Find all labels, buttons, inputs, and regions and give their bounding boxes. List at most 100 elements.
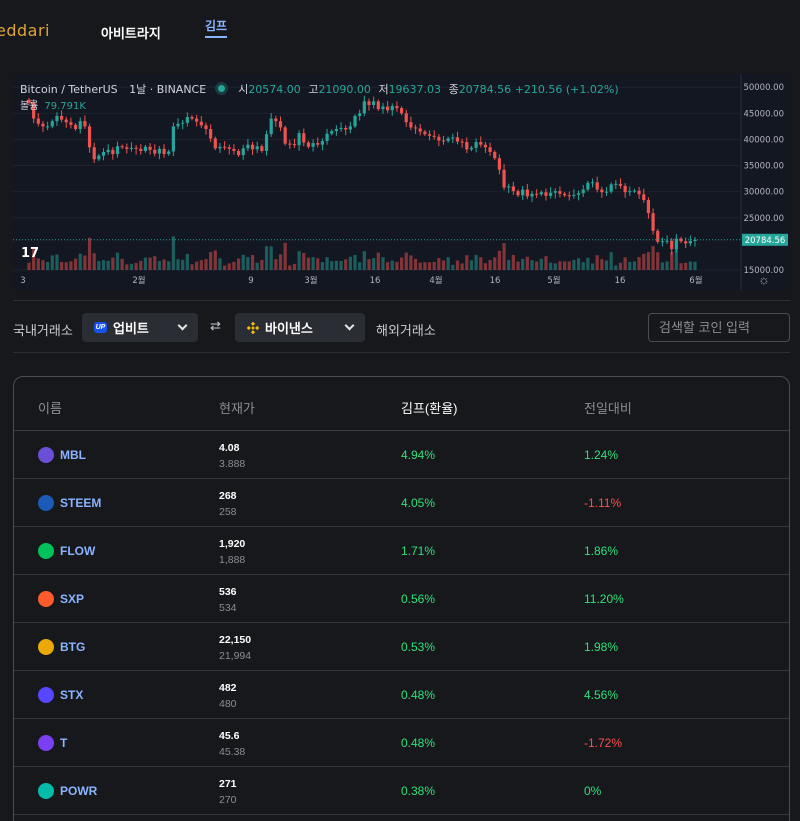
table-header: 이름 현재가 김프(환율) 전일대비 xyxy=(14,377,789,431)
x-tick-label: 9 xyxy=(248,276,253,286)
tradingview-logo-icon[interactable]: 17 xyxy=(21,246,43,264)
header-kimp[interactable]: 김프(환율) xyxy=(401,398,458,417)
header-change[interactable]: 전일대비 xyxy=(584,398,632,417)
candle-body xyxy=(250,144,255,150)
coin-symbol[interactable]: SXP xyxy=(60,592,84,606)
volume-bar xyxy=(232,261,236,270)
coin-symbol[interactable]: FLOW xyxy=(60,544,95,558)
candle-body xyxy=(227,147,231,149)
candle-body xyxy=(157,148,162,154)
volume-bar xyxy=(167,261,171,270)
volume-bar xyxy=(381,257,385,270)
candle-body xyxy=(185,116,189,123)
candle-body xyxy=(344,127,348,130)
volume-bar xyxy=(460,263,464,270)
chart-settings-icon[interactable]: ☼ xyxy=(758,273,772,287)
candle-body xyxy=(460,141,464,143)
candle-body xyxy=(218,146,222,149)
volume-bar xyxy=(120,258,124,270)
candle-body xyxy=(171,126,175,152)
volume-bar xyxy=(562,261,567,270)
kimp-value: 0.48% xyxy=(401,688,436,702)
domestic-exchange-select[interactable]: UP 업비트 xyxy=(82,313,198,342)
volume-bar xyxy=(344,259,348,270)
candle-body xyxy=(423,131,427,135)
candle-body xyxy=(264,134,269,151)
candlestick-chart[interactable]: 50000.00 45000.00 40000.00 35000.00 30000.00… xyxy=(13,74,790,290)
table-row[interactable]: FLOW 1,920 1,888 1.71% 1.86% xyxy=(14,527,789,575)
candle-body xyxy=(134,147,138,149)
x-tick-label: 5월 xyxy=(547,275,560,286)
volume-bar xyxy=(348,256,352,270)
candle-body xyxy=(390,106,394,111)
swap-icon[interactable]: ⇄ xyxy=(210,318,221,334)
coin-symbol[interactable]: POWR xyxy=(60,784,97,798)
volume-bar xyxy=(637,257,641,270)
candle-body xyxy=(614,183,618,185)
table-row[interactable]: BTG 22,150 21,994 0.53% 1.98% xyxy=(14,623,789,671)
kimp-table: 이름 현재가 김프(환율) 전일대비 MBL 4.08 3.888 4.94% 1.24… xyxy=(13,376,790,821)
candle-body xyxy=(576,193,581,195)
header-name[interactable]: 이름 xyxy=(38,398,62,417)
volume-bar xyxy=(521,258,525,270)
coin-search-input[interactable] xyxy=(648,313,790,342)
candle-body xyxy=(106,149,110,152)
candle-body xyxy=(516,191,520,196)
price-foreign: 21,994 xyxy=(219,650,252,662)
volume-bar xyxy=(576,258,581,270)
candle-body xyxy=(632,190,637,192)
candle-body xyxy=(190,116,194,119)
candle-body xyxy=(288,143,292,145)
coin-symbol[interactable]: STEEM xyxy=(60,496,101,510)
candle-body xyxy=(455,137,460,142)
volume-bar xyxy=(479,257,483,270)
candle-body xyxy=(306,142,311,147)
coin-symbol[interactable]: MBL xyxy=(60,448,86,462)
table-row[interactable]: STEEM 268 258 4.05% -1.11% xyxy=(14,479,789,527)
volume-bar xyxy=(558,261,562,270)
volume-bar xyxy=(553,263,557,270)
coin-symbol[interactable]: T xyxy=(60,736,67,750)
candle-body xyxy=(432,135,436,137)
volume-bar xyxy=(539,258,543,270)
volume-bar xyxy=(413,258,418,270)
coin-symbol[interactable]: STX xyxy=(60,688,83,702)
candle-body xyxy=(223,146,227,148)
chart-exchange: BINANCE xyxy=(156,83,207,96)
price-chart[interactable]: 50000.00 45000.00 40000.00 35000.00 30000.00… xyxy=(13,74,790,290)
brand-logo[interactable]: eddari xyxy=(0,21,50,40)
candle-body xyxy=(525,189,529,197)
table-row[interactable]: STX 482 480 0.48% 4.56% xyxy=(14,671,789,719)
candle-body xyxy=(92,147,96,160)
candle-body xyxy=(176,123,180,127)
volume-bar xyxy=(367,259,371,270)
volume-bar xyxy=(125,264,129,270)
chevron-down-icon xyxy=(344,320,355,331)
price-krw: 22,150 xyxy=(219,634,252,646)
table-row[interactable]: T 45.6 45.38 0.48% -1.72% xyxy=(14,719,789,767)
candle-body xyxy=(404,113,408,123)
top-nav: eddari 아비트라지 김프 xyxy=(0,0,800,62)
header-price[interactable]: 현재가 xyxy=(219,398,255,417)
coin-icon xyxy=(38,687,54,703)
volume-bar xyxy=(372,258,376,270)
kimp-value: 4.05% xyxy=(401,496,436,510)
foreign-exchange-select[interactable]: 바이낸스 xyxy=(235,313,365,342)
volume-bar xyxy=(236,258,241,270)
volume-bar xyxy=(153,256,157,270)
volume-bar xyxy=(386,262,390,270)
chart-symbol: Bitcoin / TetherUS xyxy=(20,83,118,96)
nav-kimp[interactable]: 김프 xyxy=(205,17,228,38)
volume-bar xyxy=(264,246,269,270)
candle-body xyxy=(330,131,334,134)
candle-body xyxy=(586,182,590,190)
candle-body xyxy=(339,127,343,129)
nav-arbitrage[interactable]: 아비트라지 xyxy=(101,23,161,42)
table-row[interactable]: SXP 536 534 0.56% 11.20% xyxy=(14,575,789,623)
candle-body xyxy=(623,185,627,193)
coin-symbol[interactable]: BTG xyxy=(60,640,85,654)
table-row[interactable]: MBL 4.08 3.888 4.94% 1.24% xyxy=(14,431,789,479)
volume-bar xyxy=(129,263,134,270)
table-row[interactable]: POWR 271 270 0.38% 0% xyxy=(14,767,789,815)
volume-bar xyxy=(674,248,678,270)
